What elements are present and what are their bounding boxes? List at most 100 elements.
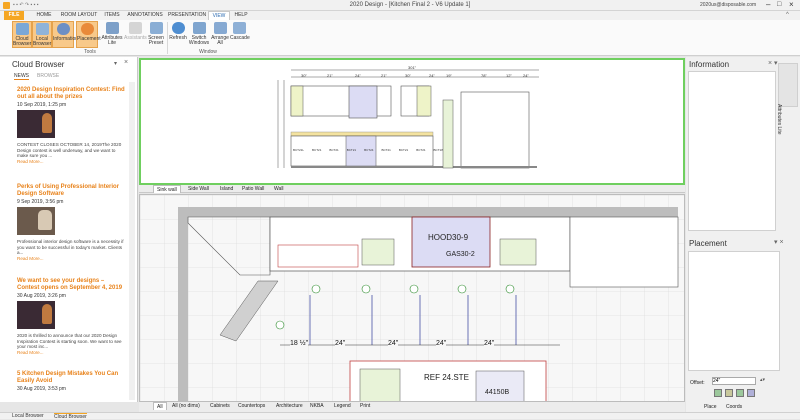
tab-items[interactable]: ITEMS [102,11,122,20]
information-button[interactable]: Information [52,21,78,48]
tab-wall[interactable]: Wall [271,185,287,193]
tab-side-wall[interactable]: Side Wall [185,185,212,193]
offset-spinner-icon[interactable]: ▴▾ [760,377,765,383]
quick-access-toolbar[interactable]: ▪ ▪ ↶ ↷ ▪ ▪ ▪ [13,2,69,9]
tab-patio-wall[interactable]: Patio Wall [239,185,267,193]
tab-home[interactable]: HOME [33,11,55,20]
news-title[interactable]: Perks of Using Professional Interior Des… [17,184,125,198]
plan-view[interactable]: HOOD30-9 GAS30-2 REF 24.STE 44150B 18 ½"… [139,194,685,402]
tab-nkba[interactable]: NKBA [307,402,327,410]
ribbon-collapse-icon[interactable]: ^ [786,12,789,18]
right-panels: Information × ▾ Attributes Lite Placemen… [686,57,800,412]
cabinet-label: BCT24 [364,148,374,152]
offset-label: Offset: [690,380,705,386]
tab-sink-wall[interactable]: Sink wall [153,185,181,193]
tab-coords[interactable]: Coords [726,404,742,410]
news-title[interactable]: 5 Kitchen Design Mistakes You Can Easily… [17,371,125,385]
tab-help[interactable]: HELP [232,11,250,20]
cabinet-label: BCT21L [293,148,305,152]
cascade-button[interactable]: Cascade [230,21,250,48]
tab-file[interactable]: FILE [4,11,24,20]
close-panel-icon[interactable]: × ▾ [768,59,778,67]
place-tool-icon[interactable] [714,389,722,397]
placement-icon [80,23,94,35]
attributes-lite-button[interactable]: Attributes Lite [101,21,123,48]
news-date: 9 Sep 2019, 3:56 pm [17,199,64,205]
news-item[interactable]: Perks of Using Professional Interior Des… [17,184,125,261]
arrange-all-button[interactable]: Arrange All [210,21,230,48]
close-panel-icon[interactable]: × [124,59,128,66]
dimension-label: 24" [388,340,399,347]
button-label: Attributes Lite [101,35,123,46]
tab-all[interactable]: All [153,402,167,410]
read-more-link[interactable]: Read More... [17,350,125,355]
cabinet-label: BCT21 [329,148,339,152]
close-panel-icon[interactable]: ▾ × [774,238,784,246]
group-label-tools: Tools [84,49,96,55]
close-icon[interactable]: × [789,0,794,9]
window-title: 2020 Design - [Kitchen Final 2 - V6 Upda… [349,2,471,8]
tab-countertops[interactable]: Countertops [235,402,268,410]
assistant-icon [128,22,142,34]
tab-place[interactable]: Place [704,404,717,410]
dimension-label: 24" [355,73,361,78]
ref-label: REF 24.STE [424,373,469,382]
cabinet-label: BCT18 [433,148,443,152]
tab-annotations[interactable]: ANNOTATIONS [126,11,164,20]
tab-all-no-dims[interactable]: All (no dims) [169,402,203,410]
read-more-link[interactable]: Read More... [17,159,125,164]
ribbon: Cloud Browser Local Browser Information … [0,20,800,56]
news-scrollbar[interactable] [129,82,135,400]
news-item[interactable]: 5 Kitchen Design Mistakes You Can Easily… [17,371,125,392]
refresh-button[interactable]: Refresh [169,21,187,48]
news-item[interactable]: We want to see your designs – Contest op… [17,278,125,355]
news-title[interactable]: We want to see your designs – Contest op… [17,278,125,292]
panel-title: Cloud Browser [12,60,65,69]
news-thumbnail [17,301,55,329]
news-thumbnail [17,110,55,138]
cloud-browser-button[interactable]: Cloud Browser [12,21,32,48]
information-area [688,71,776,231]
news-title[interactable]: 2020 Design Inspiration Contest: Find ou… [17,87,125,101]
minimize-icon[interactable]: – [766,0,770,9]
local-browser-tab[interactable]: Local Browser [12,413,44,419]
tab-news[interactable]: NEWS [14,73,29,80]
button-label: Switch Windows [188,35,210,46]
user-account[interactable]: 2020ux@disposable.com [700,2,756,8]
arrange-icon [213,22,227,34]
news-body: Professional interior design software is… [17,239,124,255]
tab-architecture[interactable]: Architecture [273,402,306,410]
info-icon [56,23,70,35]
cabinet-label: BCT21 [416,148,426,152]
place-tool-icon[interactable] [736,389,744,397]
news-date: 30 Aug 2019, 3:53 pm [17,386,66,392]
sink-label: 44150B [485,389,510,396]
button-label: Placement [77,36,101,42]
screen-preset-button[interactable]: Screen Preset [146,21,166,48]
switch-windows-button[interactable]: Switch Windows [188,21,210,48]
place-tool-icon[interactable] [725,389,733,397]
news-item[interactable]: 2020 Design Inspiration Contest: Find ou… [17,87,125,164]
placement-title: Placement [689,239,727,248]
read-more-link[interactable]: Read More... [17,256,125,261]
local-browser-button[interactable]: Local Browser [32,21,52,48]
place-tool-icon[interactable] [747,389,755,397]
tab-view[interactable]: VIEW [208,11,230,20]
offset-field[interactable] [712,377,756,385]
attributes-lite-strip[interactable]: Attributes Lite [776,63,798,135]
placement-button[interactable]: Placement [76,21,101,48]
elevation-view[interactable]: 301" 30" 21" 24" 21" 30" 24" 19" 78" 12"… [139,58,685,185]
tab-legend[interactable]: Legend [331,402,354,410]
maximize-icon[interactable]: □ [777,1,781,8]
tab-browse[interactable]: BROWSE [37,73,59,79]
group-label-window: Window [199,49,217,55]
dimension-label: 19" [446,73,452,78]
tab-presentation[interactable]: PRESENTATION [168,11,206,20]
cabinet-labels: BCT21L BCT21 BCT21 BCT21 BCT24 BCT21 BCT… [293,148,443,152]
dimension-label: 12" [506,73,512,78]
pin-icon[interactable]: ▾ [114,60,117,67]
tab-room-layout[interactable]: ROOM LAYOUT [60,11,98,20]
tab-print[interactable]: Print [357,402,373,410]
tab-cabinets[interactable]: Cabinets [207,402,233,410]
tab-island[interactable]: Island [217,185,236,193]
